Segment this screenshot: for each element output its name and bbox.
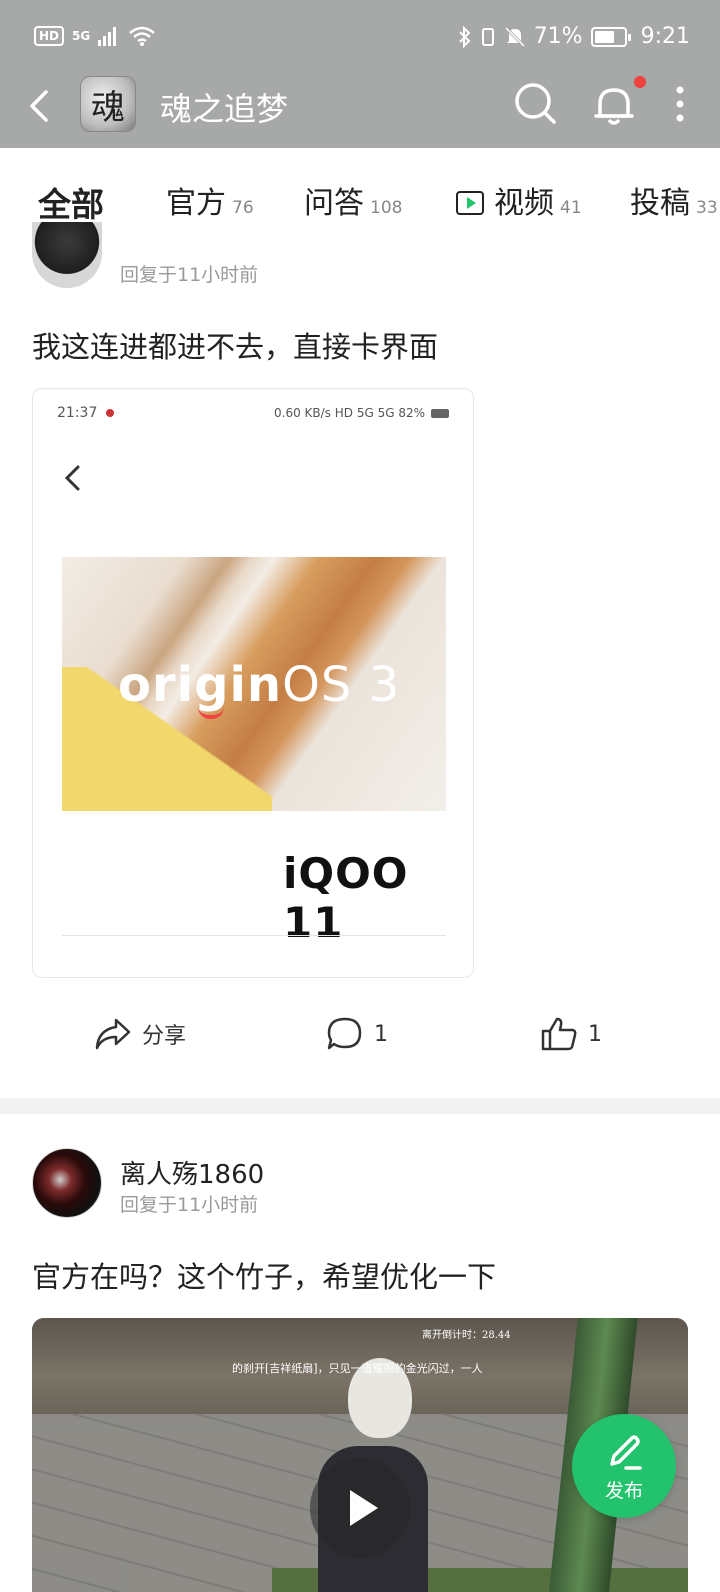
- mute-bell-icon: [504, 26, 525, 47]
- top-bar: HD 5G 71% 9:21 魂 魂之追梦: [0, 0, 720, 148]
- image-time: 21:37: [57, 405, 98, 421]
- page-title: 魂之追梦: [160, 90, 289, 128]
- signal-icon: [98, 27, 117, 46]
- video-subtitle: 的刹开[吉祥纸扇]，只见一道耀眼的金光闪过，一人: [232, 1362, 483, 1375]
- image-status-text: 0.60 KB/s HD 5G 5G 82%: [274, 406, 425, 420]
- back-icon[interactable]: [18, 82, 66, 130]
- publish-label: 发布: [604, 1480, 643, 1502]
- status-bar: HD 5G 71% 9:21: [0, 0, 720, 80]
- tab-qa[interactable]: 问答 108: [304, 178, 402, 222]
- tab-label: 全部: [38, 185, 104, 224]
- avatar[interactable]: [32, 222, 102, 288]
- more-icon[interactable]: [662, 80, 698, 128]
- post-divider: [0, 1098, 720, 1114]
- tab-count: 41: [560, 198, 582, 218]
- record-dot-icon: [105, 409, 114, 417]
- image-battery-icon: [431, 408, 449, 418]
- bell-icon[interactable]: [590, 80, 638, 128]
- clock: 9:21: [640, 24, 690, 49]
- avatar[interactable]: [32, 1148, 102, 1218]
- game-avatar-glyph: 魂: [91, 87, 125, 128]
- thumbs-up-icon: [541, 1017, 577, 1051]
- tab-official[interactable]: 官方 76: [166, 178, 254, 222]
- post-image[interactable]: 21:37 0.60 KB/s HD 5G 5G 82% originOS 3 …: [32, 388, 474, 978]
- banner-logo: originOS 3: [118, 657, 400, 713]
- banner-text-a: origin: [118, 657, 283, 713]
- network-label: 5G: [72, 29, 91, 43]
- share-label: 分享: [142, 1024, 187, 1049]
- tab-label: 投稿: [630, 186, 690, 221]
- video-timer: 离开倒计时：28.44: [422, 1330, 511, 1341]
- post-text[interactable]: 我这连进都进不去，直接卡界面: [32, 324, 438, 366]
- author-name[interactable]: 离人殇1860: [120, 1154, 264, 1191]
- comment-button[interactable]: 1: [326, 1016, 388, 1052]
- bluetooth-icon: [458, 25, 471, 48]
- status-right: 71% 9:21: [458, 24, 690, 49]
- tab-count: 108: [370, 198, 403, 218]
- device-label: iQOO 11: [283, 849, 409, 947]
- reply-time: 回复于11小时前: [120, 1194, 259, 1216]
- status-left: HD 5G: [34, 25, 156, 47]
- comment-count: 1: [374, 1021, 388, 1047]
- tab-submissions[interactable]: 投稿 33: [630, 178, 718, 222]
- tab-bar: 全部 官方 76 问答 108 视频 41 投稿 33: [0, 148, 720, 244]
- image-status-right: 0.60 KB/s HD 5G 5G 82%: [274, 406, 449, 420]
- battery-fill: [594, 30, 615, 43]
- tab-count: 33: [696, 198, 718, 218]
- reply-time: 回复于11小时前: [120, 264, 259, 286]
- battery-percent: 71%: [533, 24, 583, 49]
- game-avatar[interactable]: 魂: [80, 76, 136, 132]
- hd-indicator: HD: [34, 26, 65, 46]
- post-actions: 分享 1 1: [0, 1004, 720, 1064]
- share-icon: [95, 1018, 131, 1050]
- tab-label: 官方: [166, 186, 226, 221]
- tab-all[interactable]: 全部: [38, 178, 104, 226]
- image-divider: [62, 935, 446, 936]
- search-icon[interactable]: [512, 80, 560, 128]
- tab-video[interactable]: 视频 41: [456, 178, 582, 222]
- share-button[interactable]: 分享: [94, 1016, 186, 1052]
- vibrate-icon: [481, 27, 494, 46]
- tab-label: 问答: [304, 186, 364, 221]
- publish-button[interactable]: 发布: [572, 1414, 676, 1518]
- video-tab-icon: [456, 191, 484, 215]
- author-name-clipped[interactable]: [118, 236, 248, 246]
- nav-row: 魂 魂之追梦: [0, 70, 720, 142]
- notification-dot: [634, 76, 646, 88]
- battery-icon: [590, 26, 631, 47]
- like-button[interactable]: 1: [540, 1016, 602, 1052]
- wifi-icon: [129, 26, 156, 46]
- post-text[interactable]: 官方在吗？这个竹子，希望优化一下: [32, 1254, 496, 1296]
- tab-label: 视频: [494, 186, 554, 221]
- tab-count: 76: [232, 198, 254, 218]
- like-count: 1: [588, 1021, 602, 1047]
- comment-icon: [327, 1017, 362, 1050]
- originos-banner: originOS 3: [62, 557, 446, 811]
- image-status-time: 21:37: [57, 405, 114, 421]
- banner-text-b: OS 3: [282, 657, 401, 713]
- pen-icon: [610, 1435, 642, 1470]
- image-back-icon: [64, 465, 80, 491]
- play-button[interactable]: [310, 1458, 410, 1558]
